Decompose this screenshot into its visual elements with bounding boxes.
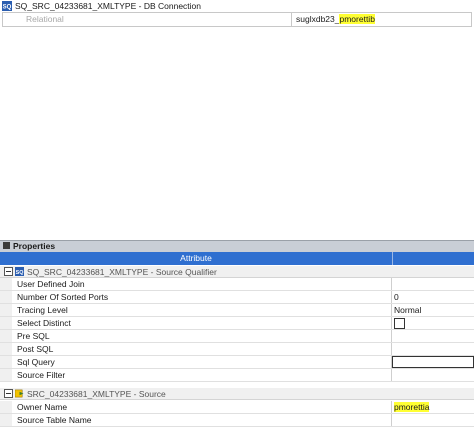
table-row[interactable]: Owner Name pmorettia bbox=[0, 401, 474, 414]
sql-query-input[interactable] bbox=[392, 356, 474, 368]
svg-text:SQ: SQ bbox=[3, 4, 12, 10]
db-connection-title-text: SQ_SRC_04233681_XMLTYPE - DB Connection bbox=[15, 1, 201, 11]
section-source-title: SRC_04233681_XMLTYPE - Source bbox=[27, 389, 166, 399]
sq-icon: SQ bbox=[15, 267, 24, 277]
db-connection-row[interactable]: Relational suglxdb23_pmorettib bbox=[2, 12, 472, 27]
table-row[interactable]: Tracing Level Normal bbox=[0, 304, 474, 317]
svg-text:SQ: SQ bbox=[16, 270, 24, 276]
collapse-icon[interactable] bbox=[4, 267, 13, 276]
table-row[interactable]: Pre SQL bbox=[0, 330, 474, 343]
db-connection-value[interactable]: suglxdb23_pmorettib bbox=[296, 13, 375, 26]
section-source-qualifier-title: SQ_SRC_04233681_XMLTYPE - Source Qualifi… bbox=[27, 267, 217, 277]
select-distinct-checkbox[interactable] bbox=[394, 318, 405, 329]
properties-title: Properties bbox=[13, 241, 56, 251]
collapse-icon[interactable] bbox=[4, 389, 13, 398]
table-row[interactable]: Post SQL bbox=[0, 343, 474, 356]
sq-icon: SQ bbox=[2, 0, 12, 11]
table-row[interactable]: Select Distinct bbox=[0, 317, 474, 330]
table-row[interactable]: Source Filter bbox=[0, 369, 474, 382]
table-row[interactable]: Source Table Name bbox=[0, 414, 474, 427]
db-connection-label: Relational bbox=[3, 13, 292, 26]
section-source[interactable]: SRC_04233681_XMLTYPE - Source bbox=[0, 388, 474, 400]
toggle-icon[interactable] bbox=[3, 242, 10, 250]
table-row[interactable]: Sql Query bbox=[0, 356, 474, 369]
table-row[interactable]: Number Of Sorted Ports 0 bbox=[0, 291, 474, 304]
table-row[interactable]: User Defined Join bbox=[0, 278, 474, 291]
section-source-qualifier[interactable]: SQ SQ_SRC_04233681_XMLTYPE - Source Quali… bbox=[0, 266, 474, 278]
source-icon bbox=[15, 389, 24, 398]
owner-name-value: pmorettia bbox=[394, 402, 430, 412]
db-connection-title: SQ SQ_SRC_04233681_XMLTYPE - DB Connecti… bbox=[0, 0, 474, 12]
column-header: Attribute bbox=[0, 252, 474, 265]
column-attribute[interactable]: Attribute bbox=[0, 252, 393, 265]
